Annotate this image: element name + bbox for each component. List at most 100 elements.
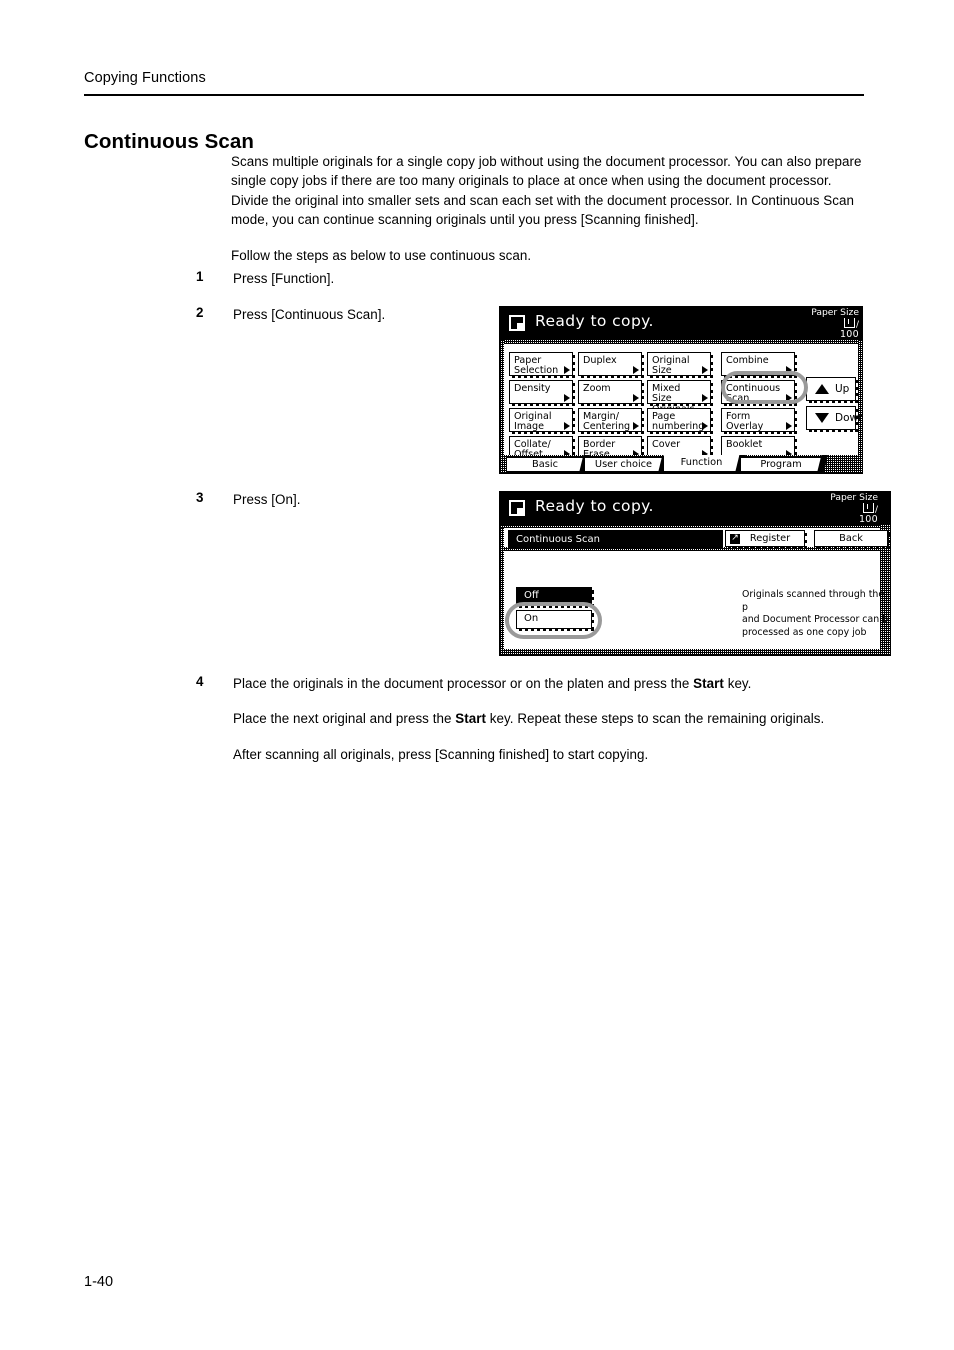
step-3-line-1: Press [On]. — [233, 492, 301, 507]
function-key-mixed-size-originals[interactable]: Mixed SizeOriginals — [647, 380, 713, 415]
running-header-text: Copying Functions — [84, 70, 206, 86]
function-key-label: Form Overlay — [726, 411, 764, 433]
register-button[interactable]: Register — [725, 530, 807, 549]
function-key-page-numbering[interactable]: Page numbering — [647, 408, 713, 434]
step-3-body: Press [On]. — [233, 490, 301, 509]
arrow-right-icon — [786, 366, 792, 374]
panel2-paper-size-label: Paper Size — [830, 492, 878, 503]
back-button[interactable]: Back — [814, 530, 890, 549]
function-key-density[interactable]: Density — [509, 380, 575, 406]
scroll-up-button[interactable]: Up — [806, 377, 858, 403]
function-key-paper-selection[interactable]: Paper Selection — [509, 352, 575, 378]
function-key-label: Zoom — [583, 383, 611, 394]
tab-function[interactable]: Function — [663, 455, 740, 472]
step-4-line-2: Place the next original and press the St… — [233, 711, 825, 727]
panel1-paper-size-label: Paper Size — [811, 307, 859, 318]
function-key-label: Cover — [652, 439, 681, 450]
function-key-original-image[interactable]: Original Image — [509, 408, 575, 434]
panel2-description: Originals scanned through the p and Docu… — [742, 589, 890, 639]
panel1-paper-size: Paper Size / 100 — [811, 307, 859, 340]
function-key-zoom[interactable]: Zoom — [578, 380, 644, 406]
intro-block: Scans multiple originals for a single co… — [231, 152, 867, 265]
function-key-label: Duplex — [583, 355, 617, 366]
function-key-original-size[interactable]: Original Size — [647, 352, 713, 378]
panel2-status-text: Ready to copy. — [535, 497, 654, 515]
lcd-panel-function-screen[interactable]: Ready to copy. Paper Size / 100 Paper Sel… — [499, 306, 863, 474]
panel2-subtitle: Continuous Scan — [508, 530, 723, 549]
arrow-right-icon — [702, 366, 708, 374]
function-key-continuous-scan[interactable]: Continuous Scan — [721, 380, 797, 406]
arrow-right-icon — [786, 394, 792, 402]
panel2-description-line-1: Originals scanned through the p — [742, 589, 885, 613]
function-key-form-overlay[interactable]: Form Overlay — [721, 408, 797, 434]
function-key-duplex[interactable]: Duplex — [578, 352, 644, 378]
step-1-number: 1 — [196, 269, 204, 284]
tab-user-choice[interactable]: User choice — [584, 457, 663, 472]
step-1-line-1: Press [Function]. — [233, 271, 335, 286]
option-off-button[interactable]: Off — [516, 587, 594, 608]
arrow-right-icon — [633, 422, 639, 430]
panel1-dither-top — [500, 340, 862, 344]
step-3-number: 3 — [196, 490, 204, 505]
panel2-dither-top — [500, 525, 880, 528]
copier-status-icon — [507, 313, 527, 333]
panel1-status-text: Ready to copy. — [535, 312, 654, 330]
document-page: Copying Functions Continuous Scan Scans … — [0, 0, 954, 1350]
tab-label: Program — [760, 459, 802, 470]
running-header: Copying Functions — [84, 70, 864, 86]
option-on-label: On — [524, 613, 539, 624]
arrow-right-icon — [564, 366, 570, 374]
tab-label: User choice — [594, 459, 653, 470]
step-4-line-3: After scanning all originals, press [Sca… — [233, 746, 649, 762]
paper-tray-icon — [843, 318, 855, 328]
step-2-number: 2 — [196, 305, 204, 320]
start-key-term-1: Start — [693, 676, 724, 691]
arrow-right-icon — [564, 394, 570, 402]
paper-tray-icon-2 — [862, 503, 874, 513]
option-on-button[interactable]: On — [516, 610, 594, 631]
step-4-line-1: Place the originals in the document proc… — [233, 676, 752, 691]
function-key-label: Margin/Centering — [583, 411, 631, 433]
function-key-label: Density — [514, 383, 551, 394]
panel1-dither-right — [858, 340, 862, 455]
arrow-right-icon — [633, 394, 639, 402]
scroll-down-label: Down — [835, 412, 863, 424]
intro-paragraph-2: Follow the steps as below to use continu… — [231, 247, 532, 263]
page-number: 1-40 — [84, 1274, 114, 1290]
function-key-label: Booklet — [726, 439, 763, 450]
arrow-right-icon — [564, 422, 570, 430]
function-key-label: Original Size — [652, 355, 690, 377]
panel2-dither-bottom — [500, 649, 890, 655]
function-key-label: Original Image — [514, 411, 552, 433]
scroll-down-button[interactable]: Down — [806, 406, 862, 432]
triangle-up-icon — [815, 384, 829, 394]
step-4-body: Place the originals in the document proc… — [233, 674, 905, 764]
register-icon — [730, 531, 740, 546]
arrow-right-icon — [786, 422, 792, 430]
copier-status-icon-2 — [507, 498, 527, 518]
panel2-paper-size-value: 100 — [858, 514, 878, 525]
panel1-status-bar: Ready to copy. Paper Size / 100 — [500, 307, 862, 340]
arrow-right-icon — [702, 422, 708, 430]
header-rule — [84, 94, 864, 96]
tab-basic[interactable]: Basic — [506, 457, 584, 472]
tab-label: Function — [680, 457, 723, 468]
step-2-body: Press [Continuous Scan]. — [233, 305, 385, 324]
function-key-margin-centering[interactable]: Margin/Centering — [578, 408, 644, 434]
function-key-label: Continuous Scan — [726, 383, 781, 405]
panel2-description-line-3: processed as one copy job — [742, 626, 867, 638]
function-key-combine[interactable]: Combine — [721, 352, 797, 378]
function-key-label: Combine — [726, 355, 769, 366]
panel2-paper-size: Paper Size / 100 — [830, 492, 878, 525]
intro-paragraph-1: Scans multiple originals for a single co… — [231, 154, 862, 228]
step-4-number: 4 — [196, 674, 204, 689]
tab-program[interactable]: Program — [740, 457, 822, 472]
panel2-description-line-2: and Document Processor can b — [742, 614, 889, 626]
page-title: Continuous Scan — [84, 129, 255, 153]
lcd-panel-continuous-scan-screen[interactable]: Ready to copy. Paper Size / 100 Continuo… — [499, 491, 891, 656]
function-key-label: Page numbering — [652, 411, 705, 433]
option-off-label: Off — [524, 590, 539, 601]
function-key-label: Paper Selection — [514, 355, 559, 377]
arrow-right-icon — [633, 366, 639, 374]
panel1-tab-strip: Basic User choice Function Program — [500, 455, 862, 473]
